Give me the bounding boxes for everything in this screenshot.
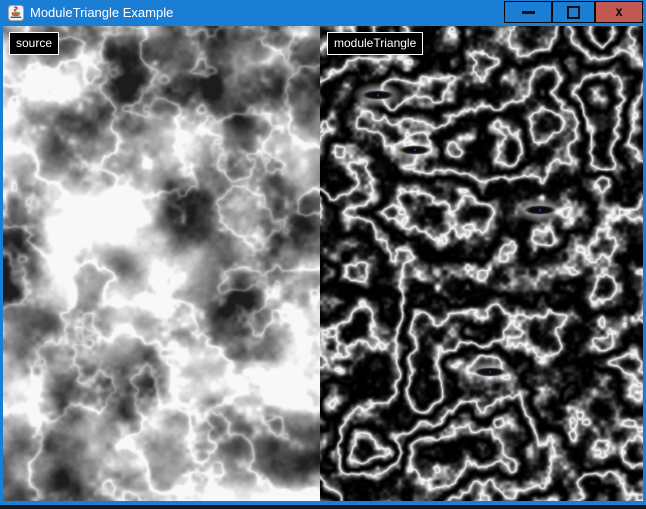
minimize-button[interactable] [504, 1, 552, 23]
content-area: source moduleTriangle [0, 26, 646, 505]
source-label: source [9, 32, 59, 55]
source-texture-image [3, 26, 320, 501]
source-panel: source [3, 26, 320, 501]
java-coffee-cup-icon[interactable] [8, 5, 24, 21]
moduletriangle-label: moduleTriangle [327, 32, 423, 55]
moduletriangle-panel: moduleTriangle [320, 26, 643, 501]
close-button[interactable]: x [595, 1, 643, 23]
app-window: ModuleTriangle Example x source moduleTr… [0, 0, 646, 505]
window-bottom-shadow [0, 505, 646, 509]
window-title: ModuleTriangle Example [30, 0, 173, 26]
moduletriangle-texture-image [320, 26, 643, 501]
maximize-icon [567, 6, 580, 19]
window-controls: x [504, 0, 643, 26]
maximize-button[interactable] [552, 1, 595, 23]
close-icon: x [615, 6, 623, 19]
titlebar[interactable]: ModuleTriangle Example x [0, 0, 646, 26]
minimize-icon [522, 11, 535, 14]
